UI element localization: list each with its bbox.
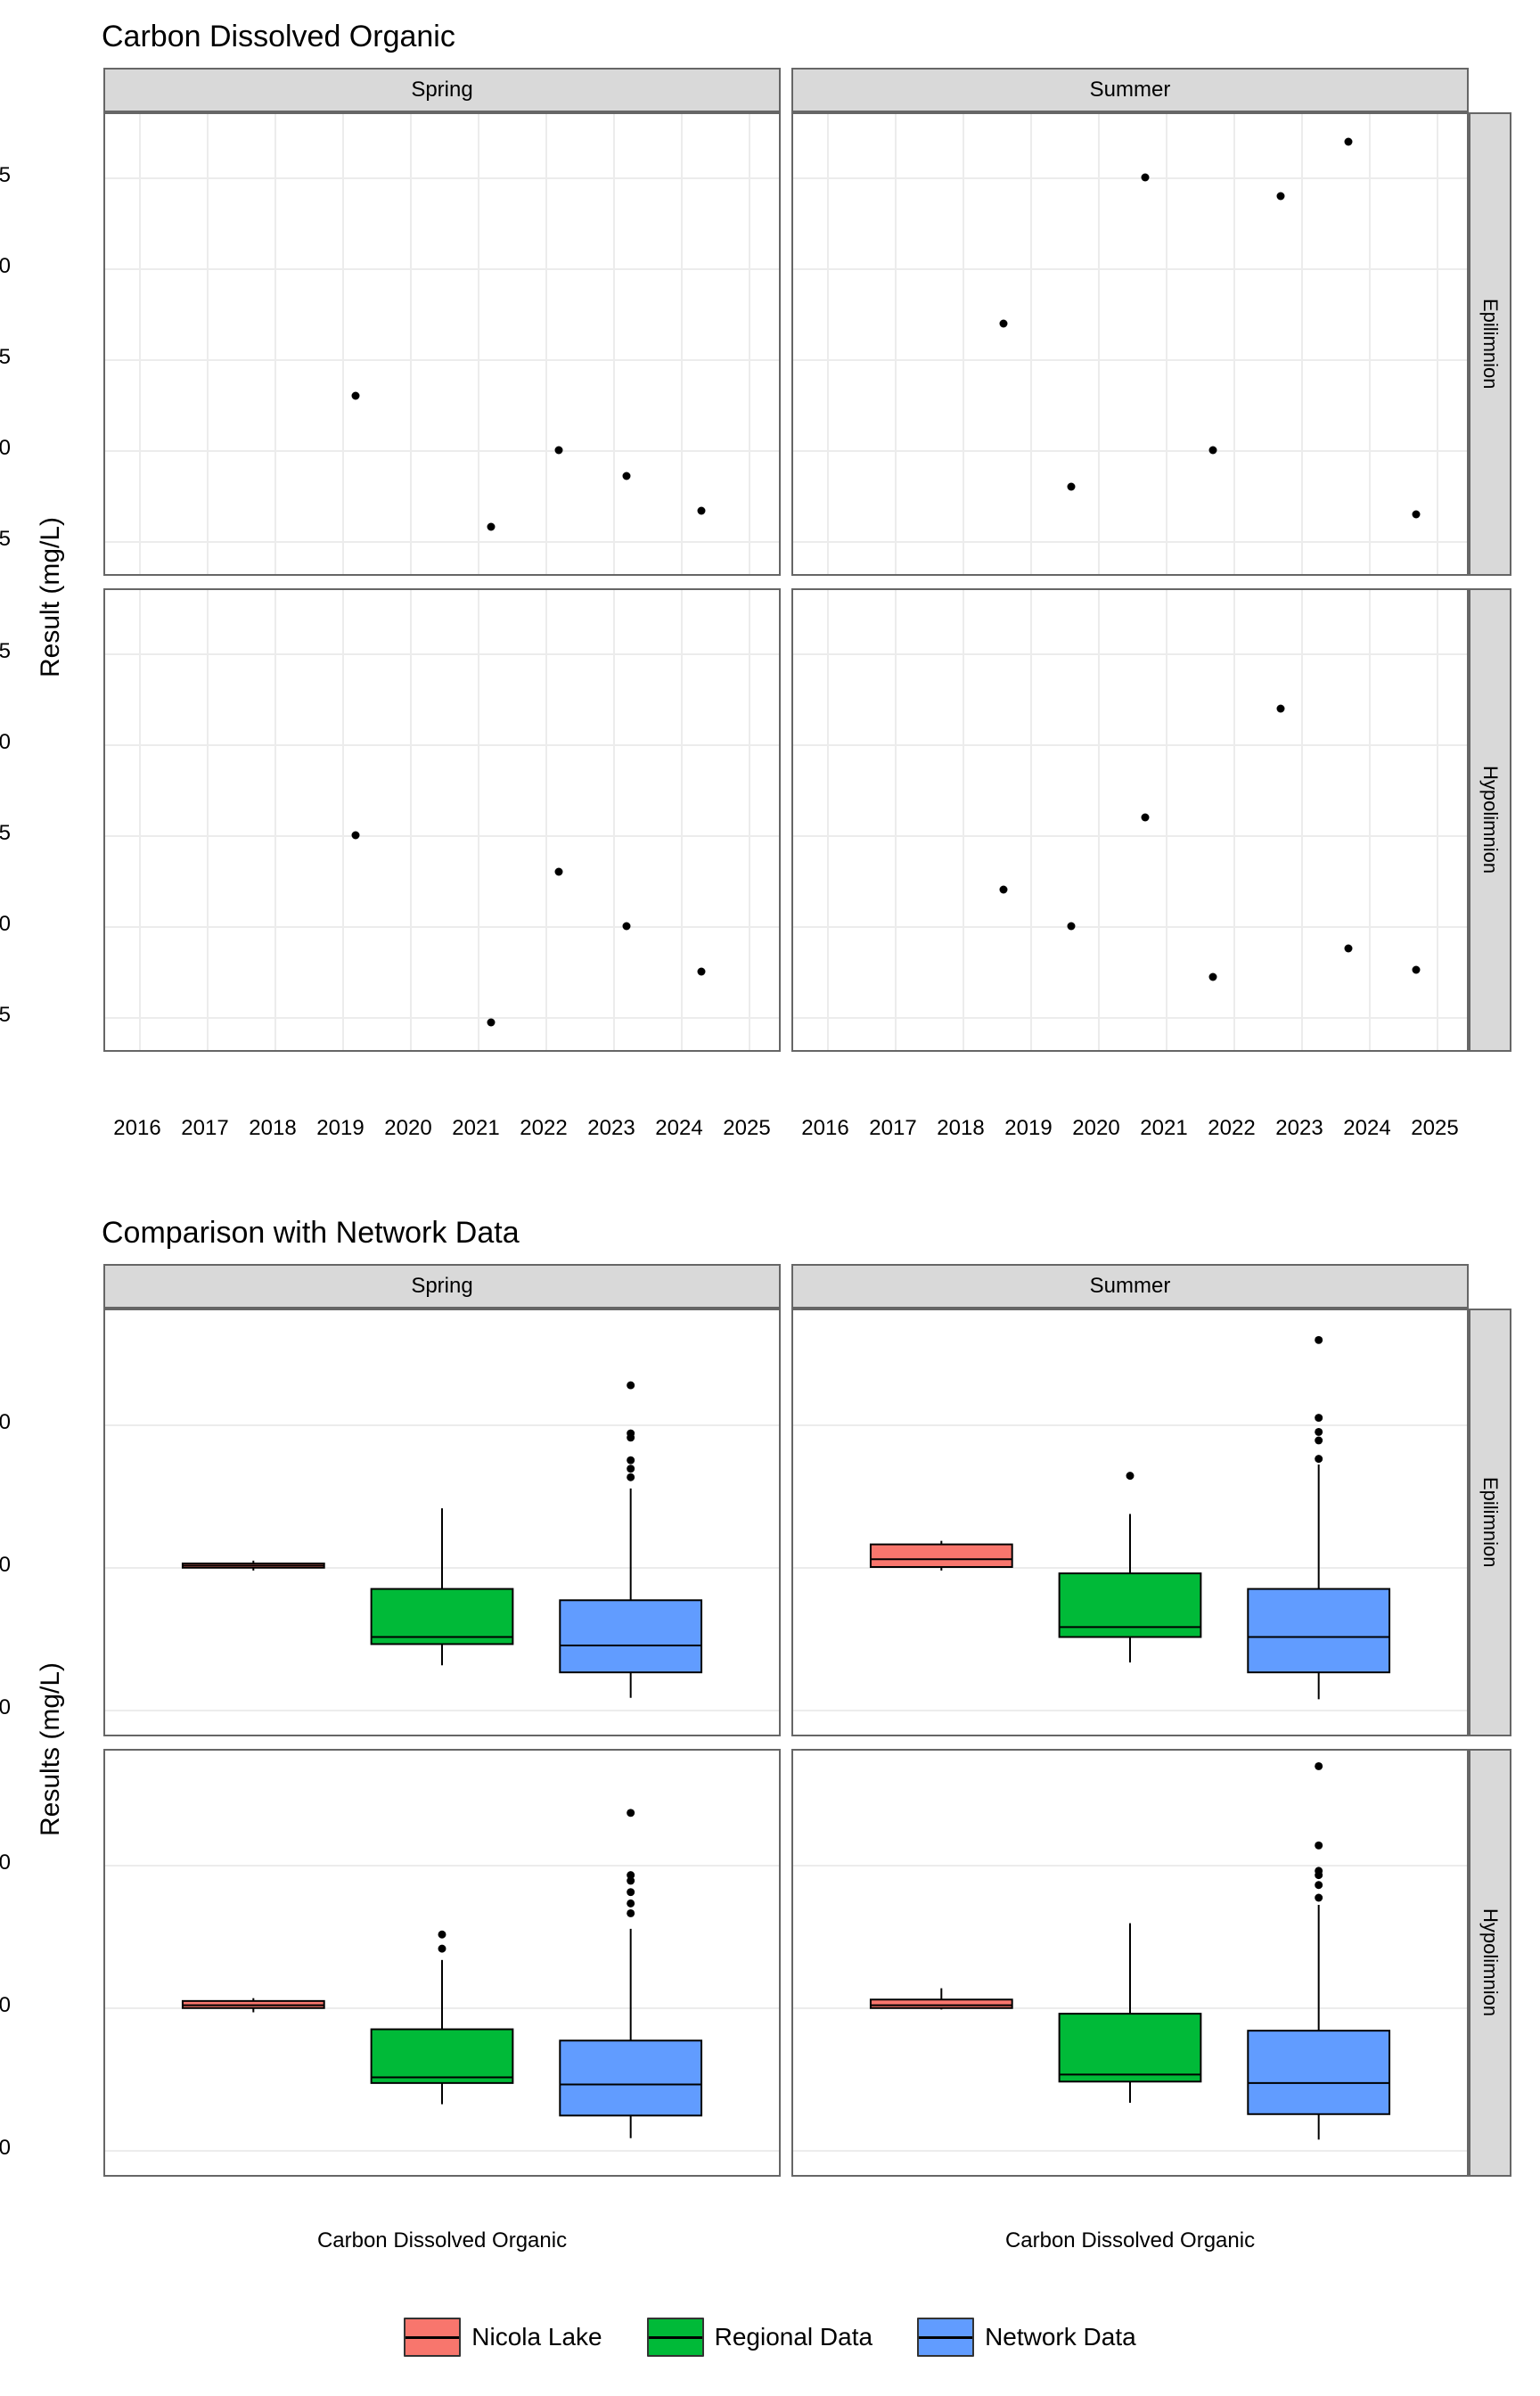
scatter-ylabel: Result (mg/L) (36, 517, 66, 677)
scatter-facet-grid: Spring Summer Epilimnion Hypolimnion (103, 68, 1511, 1106)
box-row-strip-epilimnion: Epilimnion (1469, 1309, 1511, 1736)
scatter-panel-spring-epilimnion (103, 112, 781, 576)
legend-label: Nicola Lake (471, 2323, 602, 2351)
point (1277, 704, 1285, 712)
scatter-x-ticks-spring: 2016201720182019202020212022202320242025 (103, 1116, 781, 1141)
scatter-title: Carbon Dissolved Organic (102, 20, 455, 54)
box-panel-summer-epilimnion (791, 1309, 1469, 1736)
box-x-category-summer: Carbon Dissolved Organic (791, 2228, 1469, 2253)
point (1413, 510, 1421, 518)
point (1277, 192, 1285, 200)
legend-item: Regional Data (647, 2318, 872, 2357)
point (999, 319, 1007, 327)
point (352, 832, 360, 840)
box-col-strip-spring: Spring (103, 1264, 781, 1309)
scatter-panel-summer-epilimnion (791, 112, 1469, 576)
point (487, 1019, 496, 1027)
point (1413, 966, 1421, 974)
scatter-row-strip-hypolimnion: Hypolimnion (1469, 588, 1511, 1052)
legend-item: Nicola Lake (404, 2318, 602, 2357)
scatter-panel-summer-hypolimnion (791, 588, 1469, 1052)
point (555, 447, 563, 455)
legend-label: Regional Data (715, 2323, 872, 2351)
box-row-strip-hypolimnion: Hypolimnion (1469, 1749, 1511, 2177)
point (697, 506, 705, 514)
point (1345, 137, 1353, 145)
point (1209, 973, 1217, 981)
point (1067, 923, 1075, 931)
legend-label: Network Data (985, 2323, 1136, 2351)
scatter-x-ticks-summer: 2016201720182019202020212022202320242025 (791, 1116, 1469, 1141)
box-x-category-spring: Carbon Dissolved Organic (103, 2228, 781, 2253)
point (623, 923, 631, 931)
boxplot-ylabel: Results (mg/L) (36, 1662, 66, 1836)
box-col-strip-summer: Summer (791, 1264, 1469, 1309)
boxplot-facet-grid: Spring Summer Epilimnion Hypolimnion (103, 1264, 1511, 2227)
box-panel-summer-hypolimnion (791, 1749, 1469, 2177)
point (487, 522, 496, 530)
boxplot-title: Comparison with Network Data (102, 1216, 520, 1251)
scatter-col-strip-summer: Summer (791, 68, 1469, 112)
box-panel-spring-epilimnion (103, 1309, 781, 1736)
point (1067, 483, 1075, 491)
point (352, 392, 360, 400)
point (555, 868, 563, 876)
point (697, 968, 705, 976)
scatter-row-strip-epilimnion: Epilimnion (1469, 112, 1511, 576)
box-panel-spring-hypolimnion (103, 1749, 781, 2177)
legend: Nicola Lake Regional Data Network Data (0, 2318, 1540, 2357)
legend-item: Network Data (917, 2318, 1136, 2357)
point (1142, 174, 1150, 182)
point (1209, 447, 1217, 455)
point (1142, 813, 1150, 821)
point (623, 472, 631, 480)
scatter-col-strip-spring: Spring (103, 68, 781, 112)
scatter-panel-spring-hypolimnion (103, 588, 781, 1052)
figure-canvas: Carbon Dissolved Organic Result (mg/L) 9… (0, 0, 1540, 2396)
point (999, 886, 1007, 894)
point (1345, 944, 1353, 952)
